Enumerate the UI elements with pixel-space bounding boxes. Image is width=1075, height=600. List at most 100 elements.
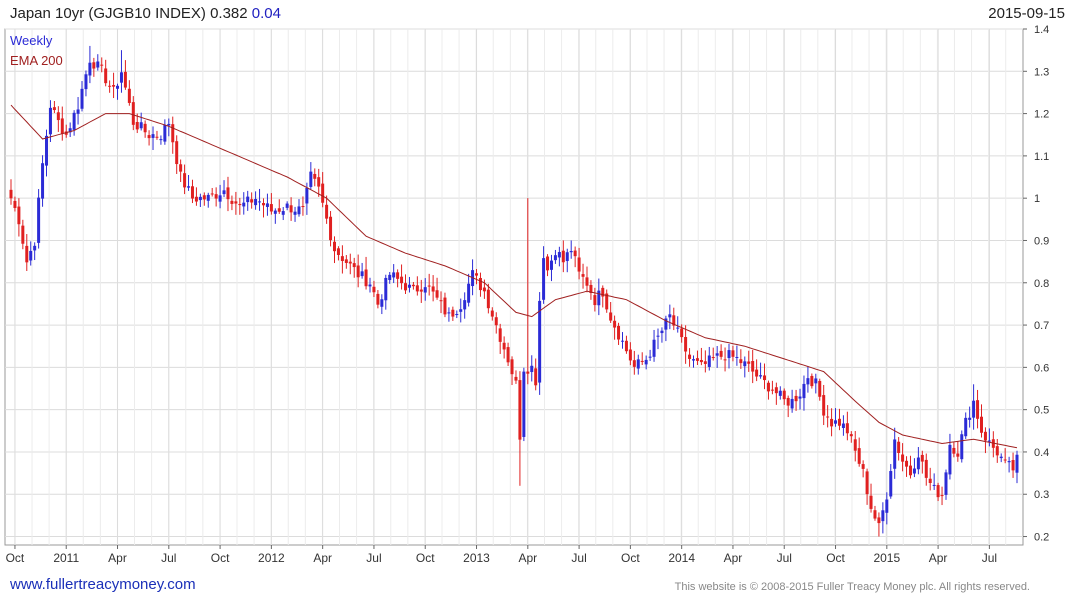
candle-body	[376, 293, 380, 305]
candle-body	[770, 389, 774, 391]
footer-link[interactable]: www.fullertreacymoney.com	[10, 576, 196, 593]
candle-body	[269, 204, 273, 212]
candle-body	[179, 164, 183, 172]
candle-body	[869, 495, 873, 509]
candle-body	[187, 186, 191, 188]
candle-body	[893, 439, 897, 469]
candle-body	[581, 274, 585, 277]
candle-body	[719, 350, 723, 357]
candle-body	[924, 459, 928, 478]
candle-body	[380, 299, 384, 307]
candle-body	[518, 380, 522, 440]
candle-body	[668, 314, 672, 318]
candle-body	[297, 206, 301, 215]
x-tick-label: Apr	[929, 551, 948, 565]
candle-body	[226, 187, 230, 200]
candle-body	[530, 365, 534, 373]
candle-body	[849, 434, 853, 437]
candle-body	[830, 418, 834, 427]
candle-body	[865, 471, 869, 495]
candle-body	[340, 256, 344, 262]
candlestick-chart: 0.2 0.3 0.4 0.5 0.6 0.7 0.8 0.9 1 1.1 1.2 1.3 1.4 Oct…	[4, 24, 1049, 565]
candle-body	[360, 271, 364, 277]
candle-body	[707, 355, 711, 367]
candle-body	[624, 340, 628, 352]
x-tick-label: Jul	[982, 551, 997, 565]
y-tick-label: 0.2	[1034, 532, 1049, 544]
candle-body	[96, 61, 100, 68]
candle-body	[356, 265, 360, 278]
candle-body	[948, 444, 952, 475]
x-tick-label: 2012	[258, 551, 285, 565]
candle-body	[573, 250, 577, 257]
candle-body	[940, 495, 944, 497]
x-tick-label: Oct	[211, 551, 230, 565]
candle-body	[443, 297, 447, 315]
candle-body	[41, 163, 45, 199]
candle-body	[506, 347, 510, 363]
candle-body	[467, 283, 471, 303]
candle-body	[549, 260, 553, 270]
candle-body	[123, 71, 127, 88]
candle-body	[451, 309, 455, 317]
candle-body	[561, 250, 565, 263]
candle-body	[995, 446, 999, 456]
candle-body	[202, 195, 206, 200]
candle-body	[901, 454, 905, 462]
candle-body	[964, 417, 968, 437]
candle-body	[763, 375, 767, 381]
x-tick-label: Jul	[366, 551, 381, 565]
candle-body	[242, 202, 246, 207]
candle-body	[206, 194, 210, 201]
candle-body	[48, 107, 52, 135]
candle-body	[368, 284, 372, 287]
candle-body	[916, 457, 920, 470]
candle-body	[305, 188, 309, 204]
candle-body	[640, 360, 644, 362]
candle-body	[139, 122, 143, 129]
candle-body	[317, 177, 321, 187]
candle-body	[747, 361, 751, 364]
y-tick-label: 0.3	[1034, 489, 1049, 501]
candle-body	[739, 359, 743, 364]
candle-body	[538, 300, 542, 383]
legend-weekly: Weekly	[10, 33, 53, 48]
candle-body	[384, 277, 388, 301]
candle-body	[790, 398, 794, 409]
candle-body	[810, 375, 814, 387]
candle-body	[198, 196, 202, 201]
candle-body	[1007, 461, 1011, 463]
legend-ema: EMA 200	[10, 53, 63, 68]
candle-body	[175, 141, 179, 165]
candle-body	[92, 62, 96, 69]
candle-body	[254, 198, 258, 206]
y-tick-label: 0.6	[1034, 362, 1049, 374]
x-tick-label: Jul	[777, 551, 792, 565]
candle-body	[699, 359, 703, 363]
candle-body	[45, 135, 49, 166]
candle-body	[147, 135, 151, 139]
candle-body	[715, 353, 719, 356]
candle-body	[861, 464, 865, 469]
candle-body	[684, 337, 688, 352]
candle-body	[447, 312, 451, 314]
y-tick-label: 0.5	[1034, 405, 1049, 417]
x-tick-label: 2015	[873, 551, 900, 565]
candle-body	[167, 123, 171, 126]
candle-body	[983, 431, 987, 441]
footer-copyright: This website is © 2008-2015 Fuller Treac…	[674, 581, 1030, 593]
candle-body	[1011, 460, 1015, 471]
y-tick-label: 0.8	[1034, 278, 1049, 290]
candle-body	[755, 369, 759, 377]
candle-body	[593, 295, 597, 306]
candle-body	[837, 418, 841, 426]
candle-body	[388, 274, 392, 281]
candle-body	[37, 197, 41, 243]
candle-body	[897, 441, 901, 454]
candle-body	[478, 278, 482, 291]
candle-body	[676, 327, 680, 329]
x-tick-label: Oct	[621, 551, 640, 565]
candle-body	[822, 395, 826, 416]
x-tick-label: Oct	[416, 551, 435, 565]
candle-body	[534, 368, 538, 386]
